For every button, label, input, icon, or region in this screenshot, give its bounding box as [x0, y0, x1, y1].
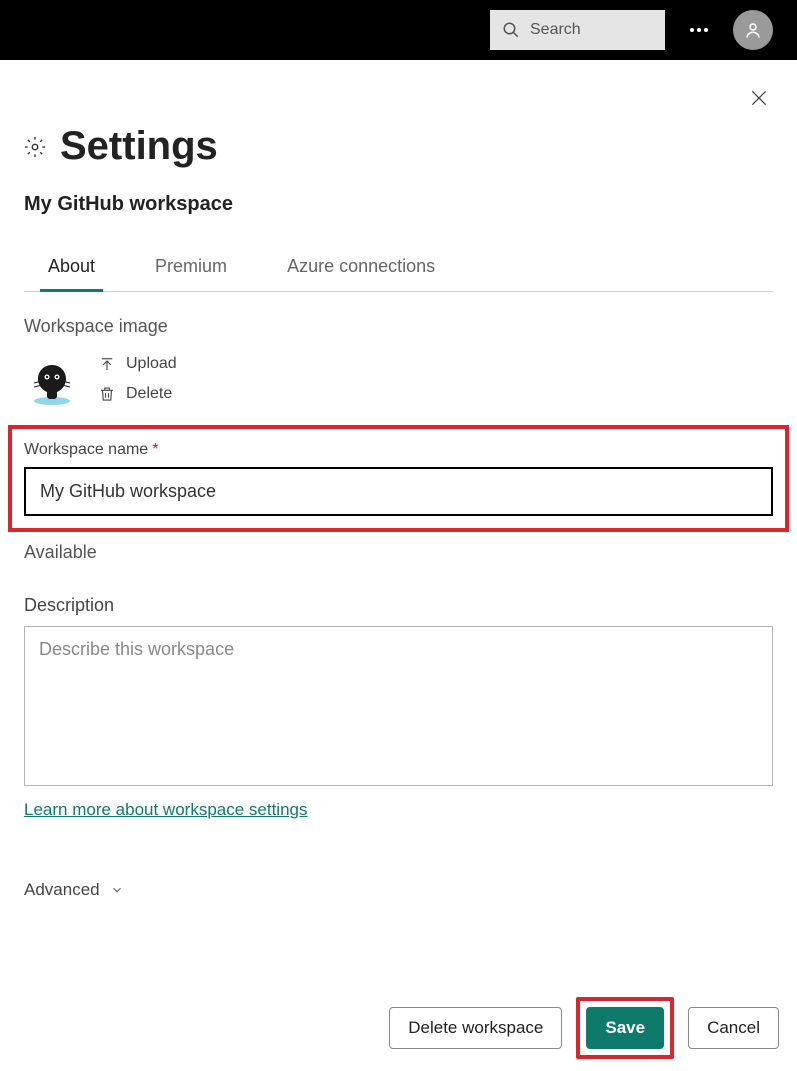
name-status: Available	[24, 542, 773, 563]
search-icon	[502, 21, 520, 39]
workspace-name-input[interactable]	[24, 467, 773, 516]
chevron-down-icon	[110, 883, 124, 897]
top-bar	[0, 0, 797, 60]
description-input[interactable]	[24, 626, 773, 786]
workspace-name-label: Workspace name*	[24, 441, 773, 459]
tabs: About Premium Azure connections	[24, 256, 773, 292]
search-box[interactable]	[490, 10, 665, 50]
footer-buttons: Delete workspace Save Cancel	[389, 997, 779, 1059]
upload-icon	[98, 355, 116, 373]
tab-about[interactable]: About	[48, 256, 95, 291]
advanced-toggle[interactable]: Advanced	[24, 880, 773, 900]
delete-image-label: Delete	[126, 385, 172, 403]
required-asterisk: *	[152, 441, 158, 458]
cancel-button[interactable]: Cancel	[688, 1007, 779, 1049]
upload-button[interactable]: Upload	[98, 355, 177, 373]
workspace-name-heading: My GitHub workspace	[24, 193, 773, 216]
page-title: Settings	[60, 124, 218, 169]
workspace-name-highlight: Workspace name*	[8, 425, 789, 532]
tab-azure-connections[interactable]: Azure connections	[287, 256, 435, 291]
workspace-image-label: Workspace image	[24, 316, 773, 337]
user-avatar[interactable]	[733, 10, 773, 50]
save-button[interactable]: Save	[586, 1007, 664, 1049]
delete-workspace-button[interactable]: Delete workspace	[389, 1007, 562, 1049]
tab-premium[interactable]: Premium	[155, 256, 227, 291]
search-input[interactable]	[530, 21, 653, 39]
more-button[interactable]	[685, 23, 713, 37]
save-highlight: Save	[576, 997, 674, 1059]
description-label: Description	[24, 595, 773, 616]
upload-label: Upload	[126, 355, 177, 373]
close-button[interactable]	[745, 84, 773, 112]
trash-icon	[98, 385, 116, 403]
delete-image-button[interactable]: Delete	[98, 385, 177, 403]
learn-more-link[interactable]: Learn more about workspace settings	[24, 800, 773, 820]
workspace-image	[24, 351, 80, 407]
workspace-image-row: Upload Delete	[24, 351, 773, 407]
settings-panel: Settings My GitHub workspace About Premi…	[0, 60, 797, 1071]
gear-icon	[24, 136, 46, 158]
advanced-label: Advanced	[24, 880, 100, 900]
